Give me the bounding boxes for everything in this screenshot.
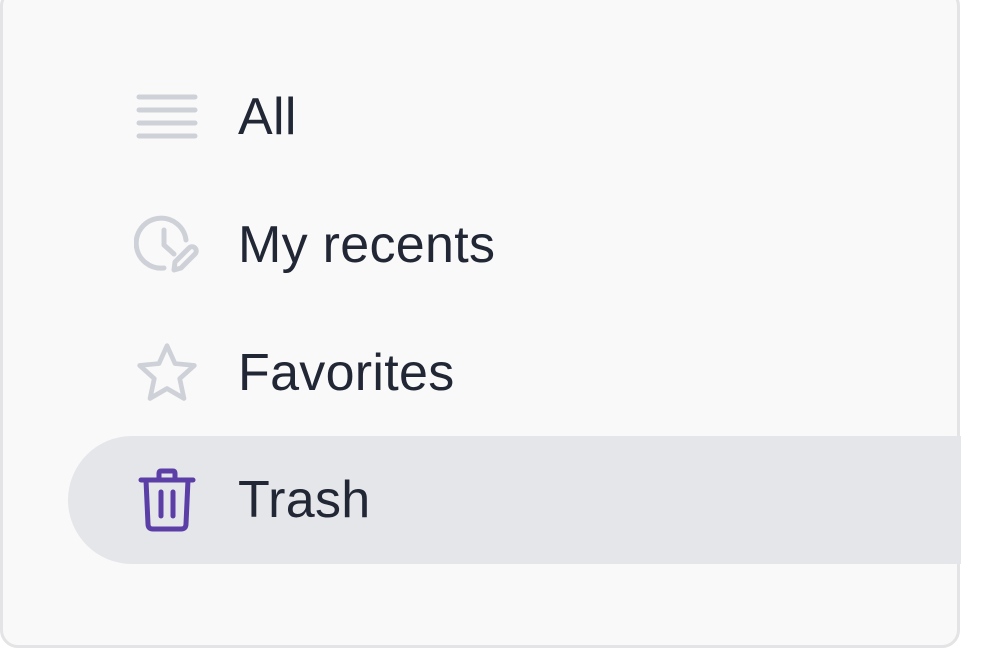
sidebar-item-label: My recents bbox=[238, 216, 496, 274]
sidebar-item-label: All bbox=[238, 88, 297, 146]
list-icon bbox=[134, 84, 200, 150]
star-icon bbox=[134, 340, 200, 406]
clock-edit-icon bbox=[134, 212, 200, 278]
sidebar-item-label: Favorites bbox=[238, 344, 455, 402]
sidebar-item-all[interactable]: All bbox=[68, 53, 998, 181]
trash-icon bbox=[134, 467, 200, 533]
sidebar-item-my-recents[interactable]: My recents bbox=[68, 181, 998, 309]
sidebar-item-trash[interactable]: Trash bbox=[68, 436, 961, 564]
sidebar-item-label: Trash bbox=[238, 471, 371, 529]
sidebar-item-favorites[interactable]: Favorites bbox=[68, 309, 998, 437]
